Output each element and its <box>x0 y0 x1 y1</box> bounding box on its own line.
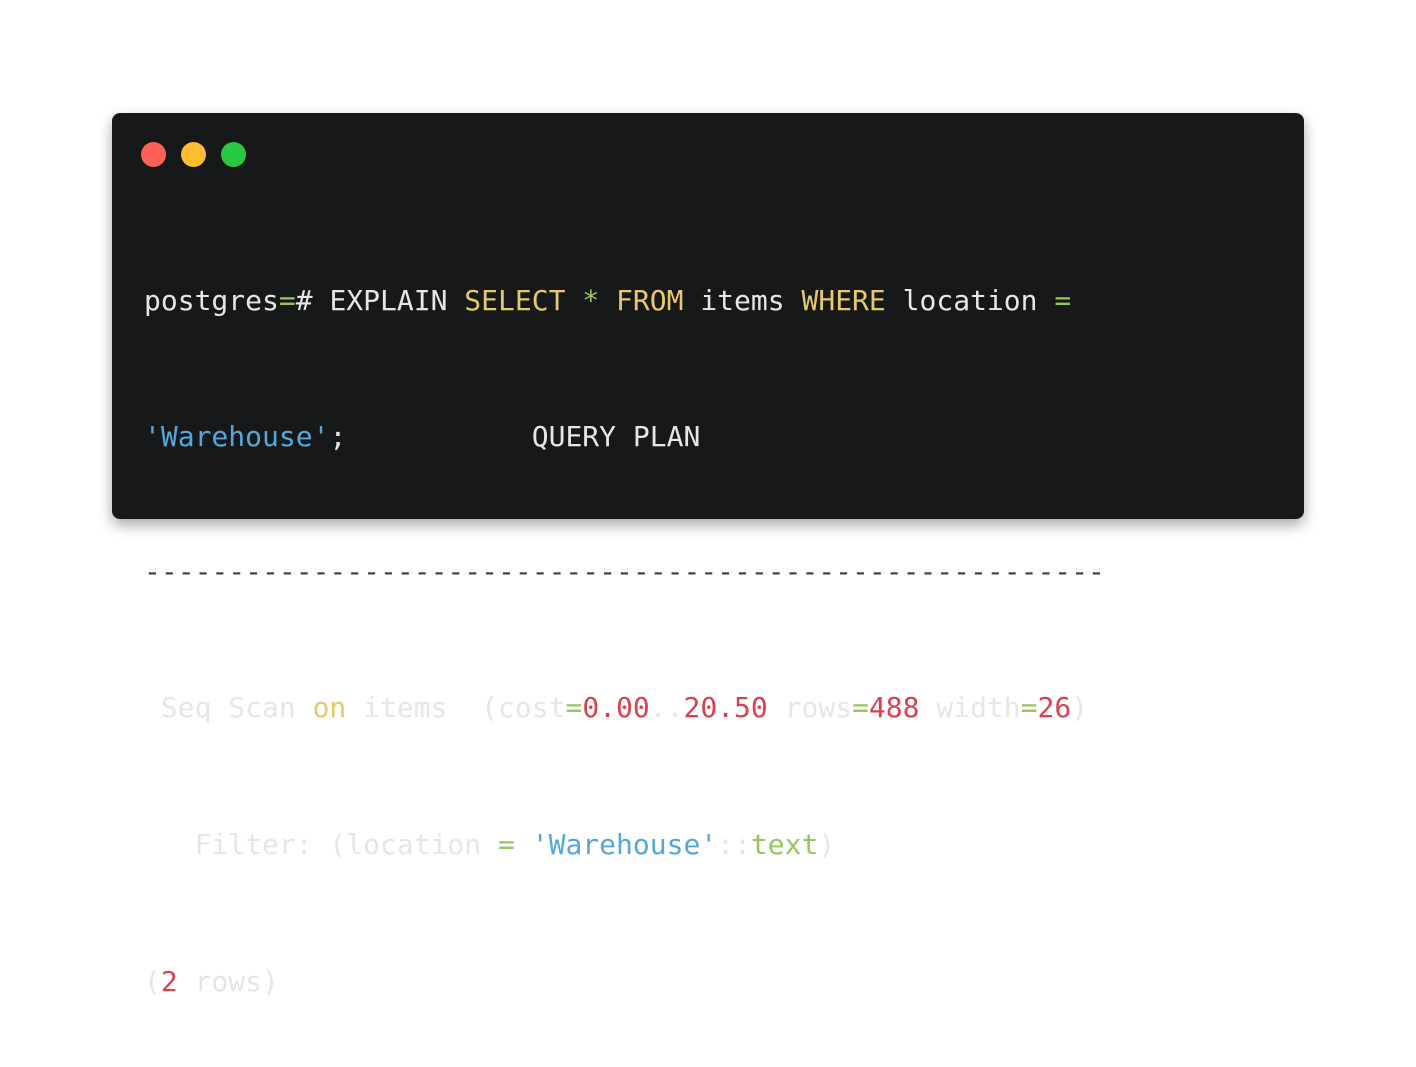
rows-text: rows) <box>177 965 279 998</box>
cost-start: 0.00 <box>582 691 650 724</box>
terminal-window: postgres=# EXPLAIN SELECT * FROM items W… <box>112 113 1304 998</box>
width-value: 26 <box>1037 691 1072 724</box>
rows-value: 488 <box>868 691 920 724</box>
items-cost-text: items (cost <box>346 691 566 724</box>
open-paren: ( <box>144 965 161 998</box>
star-operator: * <box>582 284 600 317</box>
terminal-output[interactable]: postgres=# EXPLAIN SELECT * FROM items W… <box>144 216 1105 1067</box>
row-count-line: (2 rows) <box>144 963 1105 1001</box>
command-line-1: postgres=# EXPLAIN SELECT * FROM items W… <box>144 282 1105 319</box>
seq-scan-text: Seq Scan <box>144 691 313 724</box>
prompt-hash: # <box>295 284 330 317</box>
type-name: text <box>750 828 819 861</box>
query-plan-header: ; QUERY PLAN <box>329 420 701 453</box>
select-keyword: SELECT <box>464 284 566 317</box>
close-paren: ) <box>1071 691 1089 724</box>
close-paren: ) <box>818 828 836 861</box>
equals-operator: = <box>565 691 583 724</box>
prompt-text: postgres <box>144 284 279 317</box>
range-dots: .. <box>649 691 684 724</box>
filter-text: Filter: (location <box>144 828 499 861</box>
table-name: items <box>683 284 802 317</box>
zoom-dot-icon[interactable] <box>221 142 246 167</box>
rows-label: rows <box>767 691 853 724</box>
equals-operator: = <box>852 691 869 724</box>
string-literal: 'Warehouse' <box>144 420 330 453</box>
equals-operator: = <box>1054 284 1072 317</box>
column-name: location <box>885 284 1055 317</box>
prompt-equals: = <box>278 284 296 317</box>
where-keyword: WHERE <box>801 284 886 317</box>
plan-line-filter: Filter: (location = 'Warehouse'::text) <box>144 826 1105 864</box>
plan-line-seq-scan: Seq Scan on items (cost=0.00..20.50 rows… <box>144 689 1105 727</box>
from-keyword: FROM <box>616 284 684 317</box>
separator-line: ----------------------------------------… <box>144 555 1105 588</box>
cost-end: 20.50 <box>683 691 768 724</box>
minimize-dot-icon[interactable] <box>181 142 206 167</box>
row-count: 2 <box>160 965 178 998</box>
on-keyword: on <box>312 691 347 724</box>
cast-operator: :: <box>717 828 751 861</box>
width-label: width <box>919 691 1021 724</box>
command-line-2: 'Warehouse'; QUERY PLAN <box>144 418 1105 455</box>
equals-operator: = <box>498 828 515 861</box>
string-literal: 'Warehouse' <box>531 828 718 861</box>
explain-keyword: EXPLAIN <box>329 284 465 317</box>
close-dot-icon[interactable] <box>141 142 166 167</box>
window-controls <box>141 142 246 167</box>
equals-operator: = <box>1020 691 1038 724</box>
